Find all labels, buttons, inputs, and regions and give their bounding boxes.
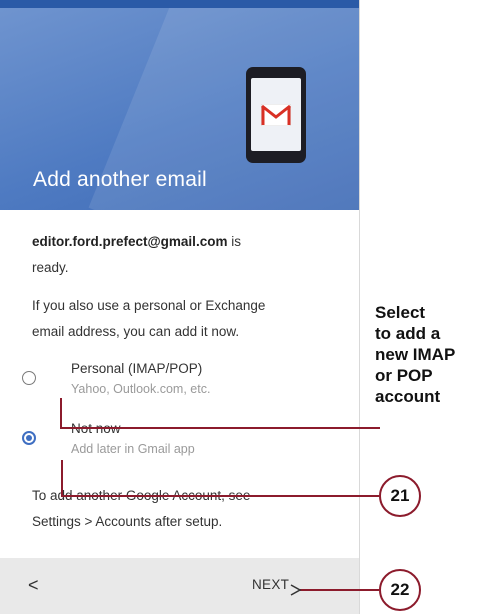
- badge-21-leader-line: [61, 460, 379, 497]
- callout-line-2: to add a: [375, 324, 441, 343]
- callout-line-5: account: [375, 387, 441, 406]
- step-badge-21: 21: [379, 475, 421, 517]
- callout-line-4: or POP: [375, 366, 433, 385]
- callout-line-3: new IMAP: [375, 345, 456, 364]
- arrow-right-icon: [290, 584, 302, 596]
- step-badge-22: 22: [379, 569, 421, 611]
- annotation-callout: Select to add a new IMAP or POP account: [375, 302, 489, 407]
- callout-line-1: Select: [375, 303, 426, 322]
- callout-leader-line: [60, 398, 380, 429]
